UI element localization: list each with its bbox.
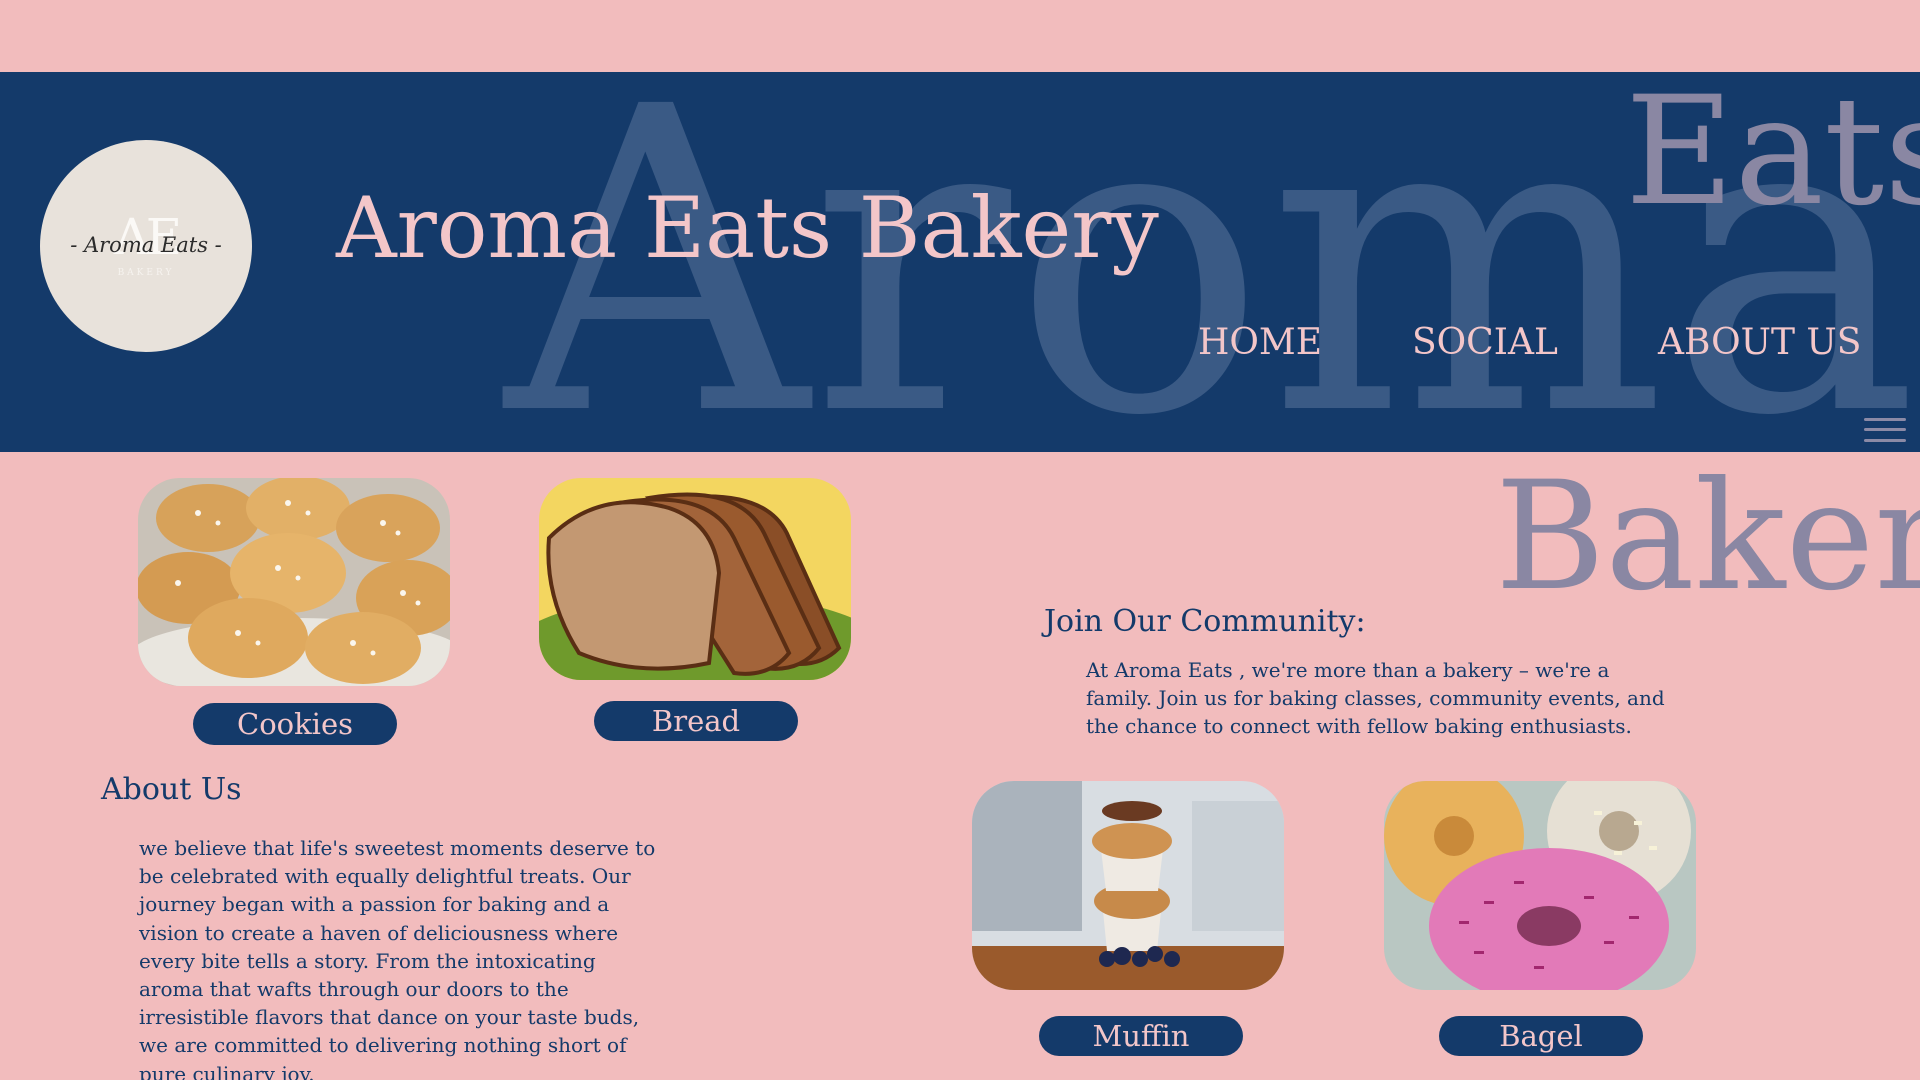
product-bagel-button[interactable]: Bagel <box>1439 1016 1643 1056</box>
product-cookies-button[interactable]: Cookies <box>193 703 397 745</box>
watermark-bakery: Bakery <box>1495 450 1920 624</box>
nav-social-link[interactable]: SOCIAL <box>1412 322 1558 363</box>
bread-photo <box>539 478 851 680</box>
product-bread-button[interactable]: Bread <box>594 701 798 741</box>
page: Bakery Aroma Eats AE - Aroma Eats - BAKE… <box>0 0 1920 1080</box>
hamburger-line <box>1864 428 1906 431</box>
hamburger-line <box>1864 418 1906 421</box>
site-header: Aroma Eats AE - Aroma Eats - BAKERY Arom… <box>0 72 1920 452</box>
product-muffin-button[interactable]: Muffin <box>1039 1016 1243 1056</box>
hamburger-line <box>1864 439 1906 442</box>
watermark-eats: Eats <box>1625 72 1920 239</box>
cookies-photo <box>138 478 450 686</box>
nav-about-link[interactable]: ABOUT US <box>1658 322 1861 363</box>
about-heading: About Us <box>101 772 242 807</box>
muffin-photo <box>972 781 1284 990</box>
about-body: we believe that life's sweetest moments … <box>139 836 656 1080</box>
logo[interactable]: AE - Aroma Eats - BAKERY <box>40 140 252 352</box>
hamburger-menu-icon[interactable] <box>1864 408 1906 444</box>
logo-script: - Aroma Eats - <box>70 233 222 257</box>
nav-home-link[interactable]: HOME <box>1198 322 1322 363</box>
community-body: At Aroma Eats , we're more than a bakery… <box>1086 658 1665 738</box>
site-title: Aroma Eats Bakery <box>336 179 1159 277</box>
bagel-photo <box>1384 781 1696 990</box>
community-heading: Join Our Community: <box>1044 604 1366 639</box>
logo-subtitle: BAKERY <box>117 268 175 278</box>
